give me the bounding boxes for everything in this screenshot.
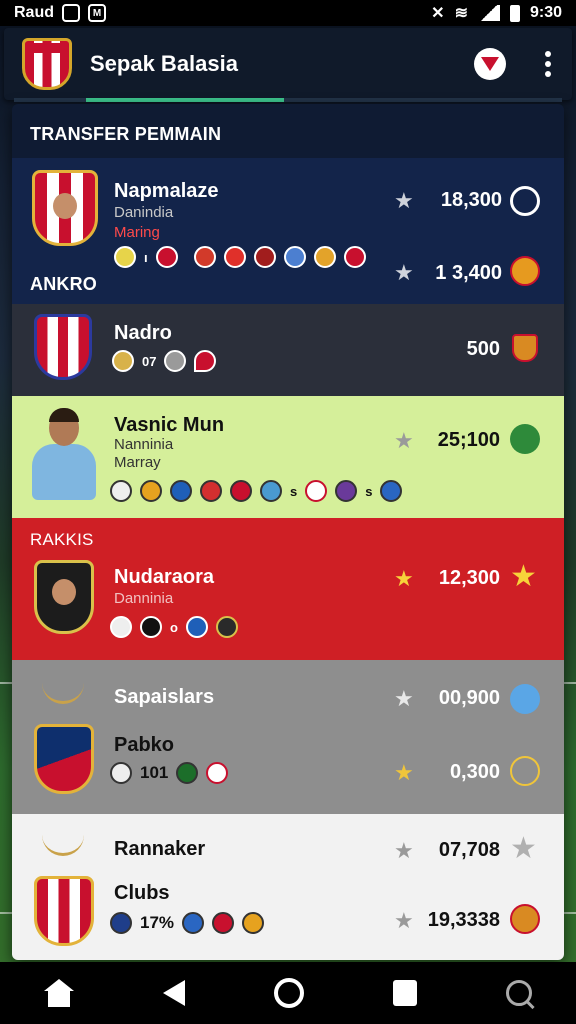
- club-emblem-icon: [512, 334, 538, 362]
- club-badges: 101: [110, 762, 229, 784]
- club-emblem-icon: [510, 756, 540, 786]
- settings-gear-icon[interactable]: [510, 186, 540, 216]
- player-club: Nanninia: [114, 436, 174, 453]
- carrier-label: Raud: [14, 4, 54, 21]
- club-logo-icon: [22, 38, 72, 90]
- section-title-ankro: ANKRO: [30, 274, 97, 294]
- recent-apps-icon[interactable]: [392, 980, 417, 1006]
- home-button-icon[interactable]: [273, 978, 304, 1008]
- featured-star-icon[interactable]: ★: [510, 834, 537, 864]
- player-name: Pabko: [114, 734, 175, 756]
- signal-icon: [477, 5, 500, 21]
- club-crest-icon: [32, 170, 98, 246]
- player-position: Marray: [114, 454, 161, 471]
- club-badges: 07: [112, 350, 217, 372]
- player-position: Maring: [114, 224, 160, 241]
- player-club: Danindia: [114, 204, 174, 221]
- club-badges: 17%: [110, 912, 265, 934]
- club-badges: s s: [110, 480, 403, 502]
- active-tab-indicator: [86, 98, 284, 102]
- wifi-icon: ≋: [454, 5, 468, 22]
- player-club: Danninia: [114, 590, 174, 607]
- notification-icon: [62, 4, 80, 22]
- section-title-transfer: TRANSFER PEMMAIN: [30, 124, 222, 144]
- more-options-button[interactable]: [542, 51, 554, 77]
- club-emblem-icon: [510, 424, 540, 454]
- filter-icon: [481, 57, 499, 71]
- player-card-6[interactable]: Pabko 101 ★ 0,300: [12, 718, 564, 814]
- mail-icon: M: [88, 4, 106, 22]
- club-emblem-icon: [510, 904, 540, 934]
- player-price: 25;100: [437, 429, 500, 451]
- player-price: 18,300: [440, 189, 502, 211]
- app-title: Sepak Balasia: [90, 51, 238, 76]
- eagle-emblem-icon: [42, 830, 84, 856]
- player-name: Sapaislars: [114, 686, 215, 708]
- eagle-emblem-icon: [42, 678, 84, 704]
- player-name: Nadro: [114, 322, 172, 344]
- tab-bar: [14, 98, 562, 102]
- club-crest-icon: [34, 314, 92, 380]
- player-price: 19,3338: [427, 909, 500, 931]
- player-name: Rannaker: [114, 838, 206, 860]
- player-price: 00,900: [438, 687, 500, 709]
- player-price: 12,300: [438, 567, 500, 589]
- club-crest-icon: [34, 560, 94, 634]
- player-card-4[interactable]: Nudaraora Danninia ★ 12,300 ★ o: [12, 542, 564, 660]
- club-emblem-icon: [510, 684, 540, 714]
- clock: 9:30: [529, 4, 562, 21]
- mute-icon: ✕: [431, 5, 445, 22]
- player-name: Napmalaze: [114, 180, 219, 202]
- club-crest-icon: [34, 876, 94, 946]
- player-photo: [32, 408, 96, 502]
- player-price-secondary: 1 3,400: [435, 262, 502, 284]
- player-price: 500: [466, 338, 500, 360]
- filter-button[interactable]: [474, 48, 506, 80]
- player-name: Vasnic Mun: [114, 414, 225, 436]
- player-card-8[interactable]: Clubs 17% ★ 19,3338: [12, 870, 564, 960]
- player-card-3[interactable]: Vasnic Mun Nanninia Marray ★ 25;100 s s: [12, 396, 564, 518]
- player-price: 07,708: [438, 839, 500, 861]
- featured-star-icon[interactable]: ★: [510, 562, 537, 592]
- back-icon[interactable]: [163, 980, 186, 1006]
- app-bar: Sepak Balasia: [4, 28, 572, 100]
- club-badges: ı: [114, 246, 366, 268]
- player-price: 0,300: [449, 761, 500, 783]
- player-name: Clubs: [114, 882, 170, 904]
- status-bar: Raud M ✕ ≋ 9:30: [0, 0, 576, 26]
- home-icon[interactable]: [44, 979, 75, 1007]
- club-emblem-icon: [510, 256, 540, 286]
- player-card-2[interactable]: Nadro 07 500: [12, 304, 564, 396]
- player-name: Nudaraora: [114, 566, 215, 588]
- search-icon[interactable]: [505, 980, 532, 1006]
- battery-icon: [509, 4, 520, 22]
- club-crest-icon: [34, 724, 94, 794]
- transfer-panel: TRANSFER PEMMAIN Napmalaze Danindia Mari…: [12, 104, 564, 960]
- club-badges: o: [110, 616, 238, 638]
- navigation-bar: [0, 962, 576, 1024]
